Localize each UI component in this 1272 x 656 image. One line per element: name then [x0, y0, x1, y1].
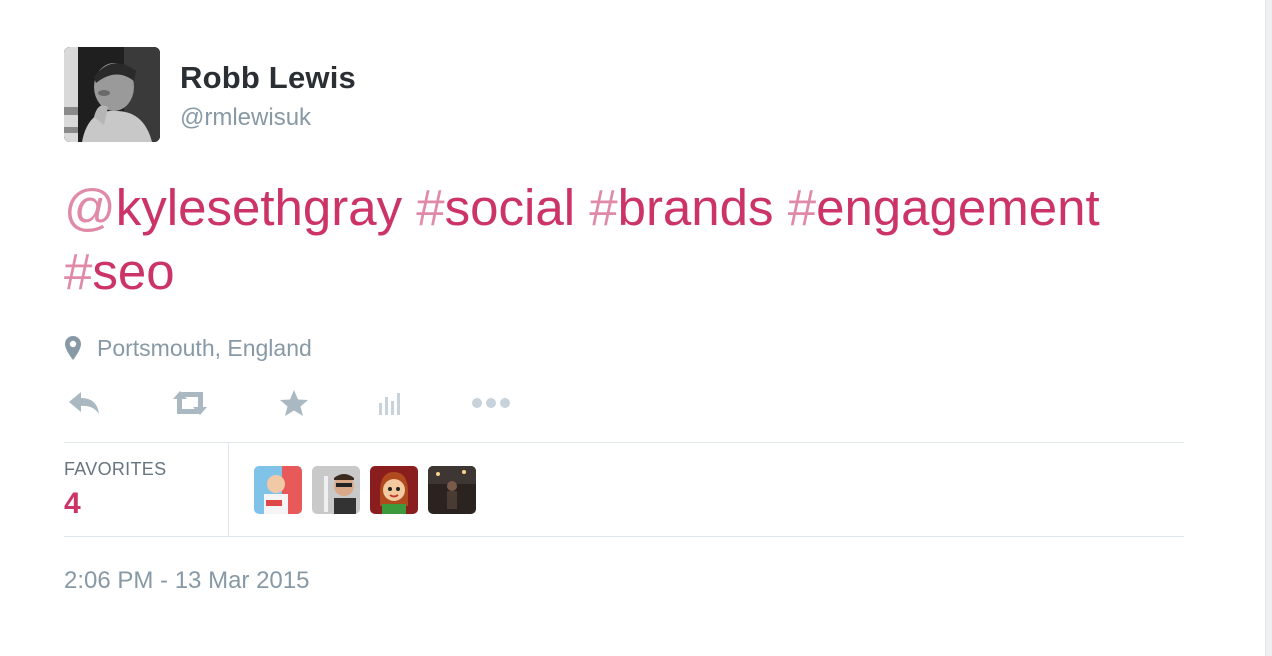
tweet-permalink: Robb Lewis @rmlewisuk @kylesethgray #soc…: [0, 0, 1272, 656]
more-dots-icon: [472, 398, 510, 408]
hashtag-text: brands: [617, 179, 774, 236]
hashtag-link[interactable]: #social: [416, 179, 575, 236]
hash-symbol: #: [64, 243, 93, 300]
favoriter-2-image: [312, 466, 360, 514]
stats-top-divider: [64, 442, 1184, 443]
favoriter-3-image: [370, 466, 418, 514]
favorite-button[interactable]: [278, 386, 310, 420]
hashtag-link[interactable]: #brands: [589, 179, 773, 236]
stats-separator: [228, 443, 229, 537]
location-label: Portsmouth, England: [97, 334, 312, 361]
retweet-icon: [173, 391, 207, 415]
at-symbol: @: [64, 179, 116, 236]
hashtag-link[interactable]: #engagement: [788, 179, 1100, 236]
favoriter-avatar-2[interactable]: [312, 466, 360, 514]
mention-link[interactable]: @kylesethgray: [64, 179, 402, 236]
bar-chart-icon: [379, 393, 400, 415]
analytics-button[interactable]: [376, 386, 404, 420]
favoriter-4-image: [428, 466, 476, 514]
user-name[interactable]: Robb Lewis: [180, 60, 356, 96]
hash-symbol: #: [589, 179, 618, 236]
tweet-location[interactable]: Portsmouth, England: [64, 333, 312, 363]
star-icon: [280, 390, 308, 416]
favoriter-avatar-1[interactable]: [254, 466, 302, 514]
hash-symbol: #: [416, 179, 445, 236]
avatar-photo: [64, 47, 160, 142]
hash-symbol: #: [787, 179, 817, 236]
hashtag-text: social: [444, 179, 576, 236]
reply-icon: [69, 392, 99, 414]
mention-text: kylesethgray: [115, 179, 403, 236]
hashtag-link[interactable]: #seo: [64, 243, 175, 300]
favoriter-avatar-4[interactable]: [428, 466, 476, 514]
favorites-label[interactable]: FAVORITES: [64, 459, 166, 480]
hashtag-text: seo: [92, 243, 175, 300]
scrollbar-edge[interactable]: [1265, 0, 1272, 656]
favoriter-avatar-3[interactable]: [370, 466, 418, 514]
map-pin-icon: [65, 336, 81, 360]
favorites-count[interactable]: 4: [64, 487, 81, 521]
favoriter-1-image: [254, 466, 302, 514]
reply-button[interactable]: [66, 386, 102, 420]
user-handle[interactable]: @rmlewisuk: [180, 104, 311, 132]
tweet-timestamp[interactable]: 2:06 PM - 13 Mar 2015: [64, 567, 309, 595]
avatar[interactable]: [64, 47, 160, 142]
more-button[interactable]: [470, 386, 512, 420]
stats-bottom-divider: [64, 536, 1184, 537]
retweet-button[interactable]: [168, 386, 212, 420]
tweet-text: @kylesethgray #social #brands #engagemen…: [64, 176, 1204, 304]
hashtag-text: engagement: [816, 179, 1100, 236]
